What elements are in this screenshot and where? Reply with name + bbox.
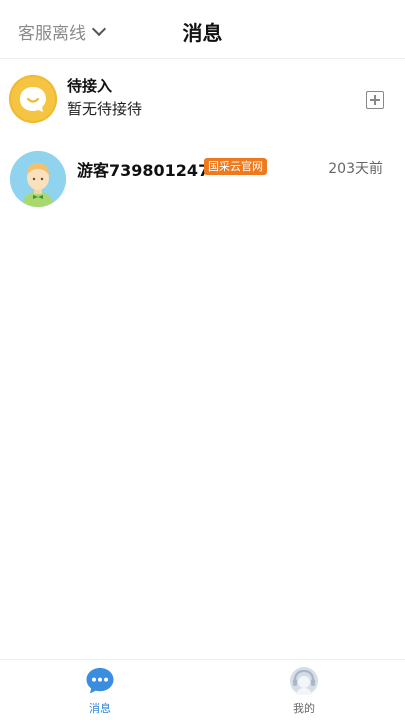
pending-title: 待接入 bbox=[67, 77, 113, 95]
bottom-tab-bar: 消息 我的 bbox=[0, 659, 405, 720]
conversation-item[interactable]: 游客739801247 国采云官网 203天前 bbox=[0, 145, 405, 211]
header: 客服离线 消息 bbox=[0, 0, 405, 59]
pending-queue-row[interactable]: 待接入 暂无待接待 bbox=[0, 70, 405, 130]
pending-chat-icon bbox=[9, 75, 57, 123]
tab-messages[interactable]: 消息 bbox=[60, 666, 140, 716]
pending-subtitle: 暂无待接待 bbox=[67, 100, 143, 118]
page-title: 消息 bbox=[182, 21, 223, 45]
agent-avatar-icon bbox=[290, 667, 318, 695]
chat-bubble-icon bbox=[86, 668, 114, 694]
conversation-time: 203天前 bbox=[328, 161, 383, 177]
messages-screen: 客服离线 消息 待接入 暂无待接待 游客739801247 国采云官网 203天… bbox=[0, 0, 405, 720]
tab-messages-label: 消息 bbox=[89, 702, 111, 715]
tab-me[interactable]: 我的 bbox=[264, 666, 344, 716]
source-badge: 国采云官网 bbox=[204, 158, 267, 175]
tab-me-label: 我的 bbox=[293, 702, 315, 715]
visitor-avatar bbox=[10, 151, 66, 207]
add-button[interactable] bbox=[366, 91, 384, 109]
visitor-name: 游客739801247 bbox=[77, 161, 210, 180]
